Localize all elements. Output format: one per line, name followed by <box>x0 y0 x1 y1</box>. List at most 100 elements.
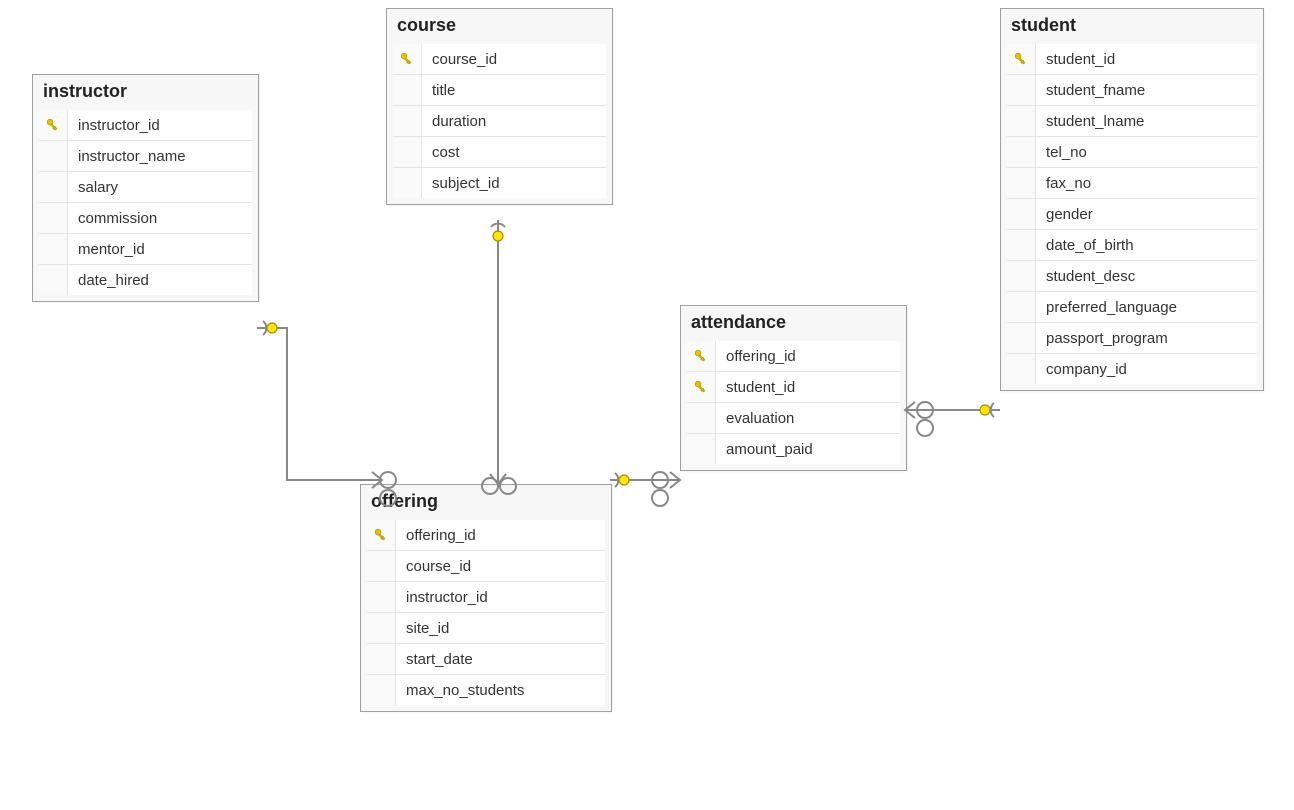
column-row: site_id <box>367 613 605 644</box>
entity-course[interactable]: course course_idtitle duration cost subject… <box>386 8 613 205</box>
key-cell-empty <box>393 75 422 105</box>
column-name: company_id <box>1036 361 1127 378</box>
column-row: cost <box>393 137 606 168</box>
key-cell-empty <box>367 551 396 581</box>
column-name: max_no_students <box>396 682 524 699</box>
column-row: tel_no <box>1007 137 1257 168</box>
primary-key-icon <box>687 372 716 402</box>
column-row: mentor_id <box>39 234 252 265</box>
column-row: instructor_id <box>367 582 605 613</box>
primary-key-icon <box>367 520 396 550</box>
column-row: max_no_students <box>367 675 605 705</box>
entity-title: attendance <box>681 306 906 335</box>
column-name: evaluation <box>716 410 794 427</box>
column-name: tel_no <box>1036 144 1087 161</box>
column-row: course_id <box>367 551 605 582</box>
key-cell-empty <box>367 582 396 612</box>
column-name: amount_paid <box>716 441 813 458</box>
column-name: offering_id <box>396 527 476 544</box>
entity-title: offering <box>361 485 611 514</box>
column-name: student_desc <box>1036 268 1135 285</box>
column-name: subject_id <box>422 175 500 192</box>
column-name: salary <box>68 179 118 196</box>
key-cell-empty <box>393 106 422 136</box>
key-cell-empty <box>1007 354 1036 384</box>
column-name: student_lname <box>1036 113 1144 130</box>
key-cell-empty <box>367 644 396 674</box>
column-row: student_id <box>1007 44 1257 75</box>
key-cell-empty <box>1007 292 1036 322</box>
entity-title: student <box>1001 9 1263 38</box>
column-row: evaluation <box>687 403 900 434</box>
key-cell-empty <box>39 234 68 264</box>
entity-title: instructor <box>33 75 258 104</box>
column-row: course_id <box>393 44 606 75</box>
column-row: instructor_id <box>39 110 252 141</box>
key-cell-empty <box>1007 199 1036 229</box>
column-name: date_of_birth <box>1036 237 1134 254</box>
entity-attendance[interactable]: attendance offering_id student_id evaluati… <box>680 305 907 471</box>
key-cell-empty <box>687 403 716 433</box>
column-row: student_fname <box>1007 75 1257 106</box>
column-row: fax_no <box>1007 168 1257 199</box>
column-name: instructor_id <box>68 117 160 134</box>
column-row: instructor_name <box>39 141 252 172</box>
column-name: mentor_id <box>68 241 145 258</box>
column-name: fax_no <box>1036 175 1091 192</box>
key-cell-empty <box>1007 323 1036 353</box>
column-name: instructor_name <box>68 148 186 165</box>
entity-student[interactable]: student student_id student_fname student_l… <box>1000 8 1264 391</box>
column-row: student_id <box>687 372 900 403</box>
column-name: cost <box>422 144 460 161</box>
column-row: date_hired <box>39 265 252 295</box>
column-row: gender <box>1007 199 1257 230</box>
column-row: subject_id <box>393 168 606 198</box>
column-row: duration <box>393 106 606 137</box>
column-row: student_lname <box>1007 106 1257 137</box>
primary-key-icon <box>39 110 68 140</box>
column-name: course_id <box>422 51 497 68</box>
entity-title: course <box>387 9 612 38</box>
column-row: title <box>393 75 606 106</box>
column-name: student_id <box>1036 51 1115 68</box>
entity-instructor[interactable]: instructor instructor_id instructor_names… <box>32 74 259 302</box>
column-row: date_of_birth <box>1007 230 1257 261</box>
column-row: passport_program <box>1007 323 1257 354</box>
key-cell-empty <box>687 434 716 464</box>
key-cell-empty <box>1007 168 1036 198</box>
key-cell-empty <box>39 141 68 171</box>
column-row: amount_paid <box>687 434 900 464</box>
column-name: instructor_id <box>396 589 488 606</box>
key-cell-empty <box>39 172 68 202</box>
column-row: commission <box>39 203 252 234</box>
column-row: start_date <box>367 644 605 675</box>
column-row: company_id <box>1007 354 1257 384</box>
column-name: passport_program <box>1036 330 1168 347</box>
entity-offering[interactable]: offering offering_id course_id instructor_… <box>360 484 612 712</box>
column-name: start_date <box>396 651 473 668</box>
column-name: gender <box>1036 206 1093 223</box>
column-row: offering_id <box>367 520 605 551</box>
column-name: site_id <box>396 620 449 637</box>
column-name: student_id <box>716 379 795 396</box>
column-name: duration <box>422 113 486 130</box>
column-row: offering_id <box>687 341 900 372</box>
key-cell-empty <box>39 203 68 233</box>
column-name: commission <box>68 210 157 227</box>
column-row: salary <box>39 172 252 203</box>
column-name: preferred_language <box>1036 299 1177 316</box>
key-cell-empty <box>39 265 68 295</box>
key-cell-empty <box>1007 137 1036 167</box>
column-name: date_hired <box>68 272 149 289</box>
key-cell-empty <box>393 168 422 198</box>
primary-key-icon <box>1007 44 1036 74</box>
column-name: course_id <box>396 558 471 575</box>
column-name: title <box>422 82 455 99</box>
key-cell-empty <box>393 137 422 167</box>
column-row: student_desc <box>1007 261 1257 292</box>
key-cell-empty <box>1007 106 1036 136</box>
primary-key-icon <box>687 341 716 371</box>
column-name: student_fname <box>1036 82 1145 99</box>
key-cell-empty <box>367 613 396 643</box>
column-row: preferred_language <box>1007 292 1257 323</box>
